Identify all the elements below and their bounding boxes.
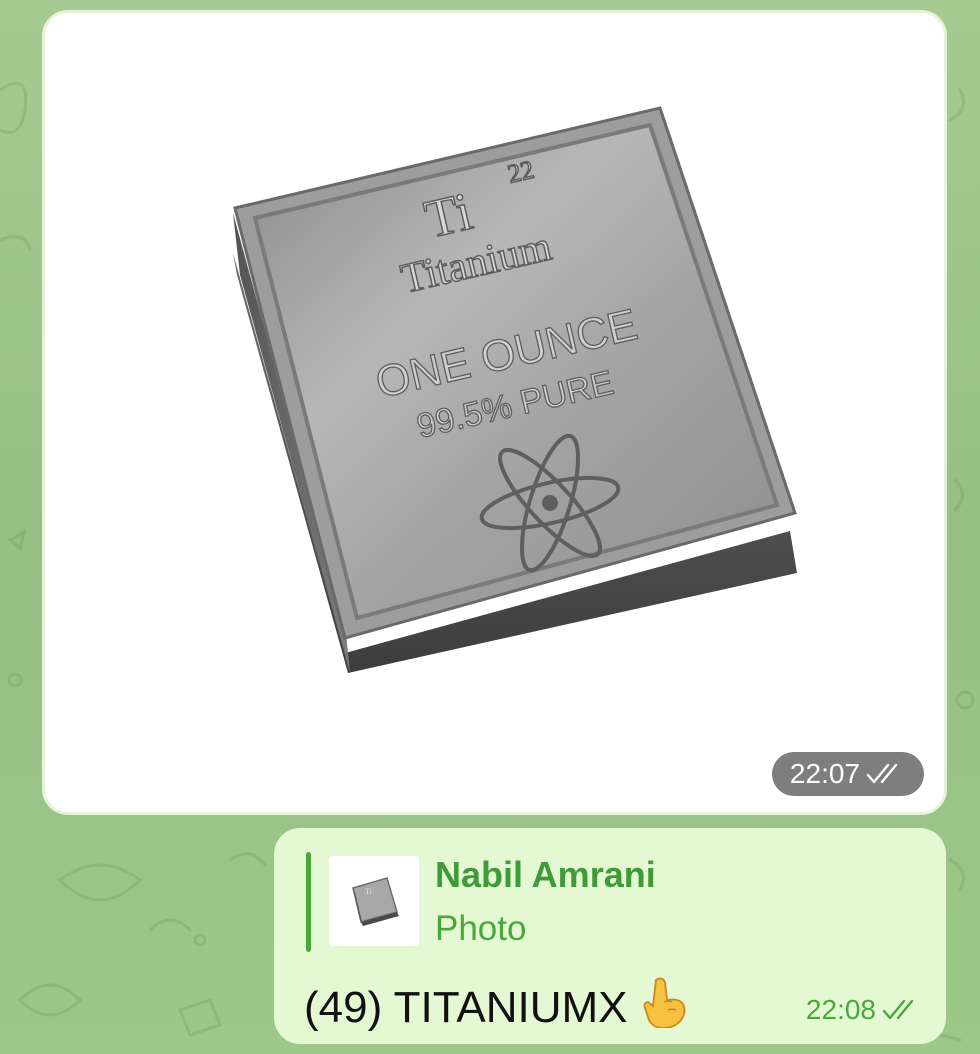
double-check-icon	[882, 999, 914, 1020]
svg-text:Ti: Ti	[365, 887, 373, 896]
reply-message-bubble[interactable]: Ti Nabil Amrani Photo (49) TITANIUMX 22:…	[274, 828, 946, 1044]
photo-message-bubble[interactable]: Ti 22 Titanium ONE OUNCE 99.5% PURE 22:0…	[42, 10, 947, 815]
photo-timestamp: 22:07	[771, 752, 924, 796]
reply-accent-bar	[306, 852, 311, 952]
reply-type: Photo	[435, 909, 527, 948]
message-timestamp: 22:08	[806, 994, 922, 1026]
reply-quote[interactable]: Ti Nabil Amrani Photo	[306, 852, 656, 952]
reply-author: Nabil Amrani	[435, 854, 656, 895]
double-check-icon	[866, 763, 898, 784]
pointing-up-hand-icon	[642, 976, 688, 1040]
reply-thumbnail: Ti	[329, 856, 419, 946]
message-text: (49) TITANIUMX	[304, 976, 688, 1040]
titanium-bar-photo[interactable]: Ti 22 Titanium ONE OUNCE 99.5% PURE	[45, 13, 945, 813]
